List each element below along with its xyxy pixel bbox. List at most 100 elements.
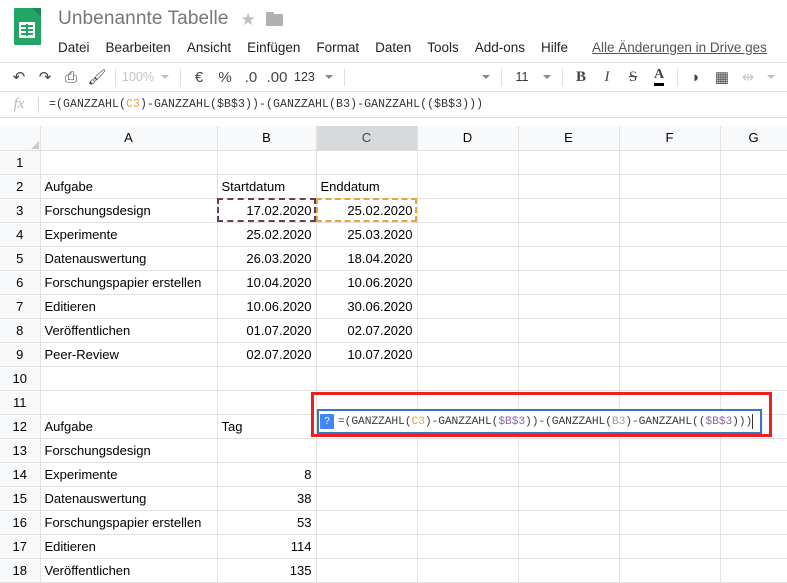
cell-c7[interactable]: 30.06.2020 [316, 294, 418, 319]
row-header-16[interactable]: 16 [0, 510, 41, 535]
cell-b7[interactable]: 10.06.2020 [217, 294, 317, 319]
cell-e14[interactable] [518, 462, 620, 487]
cell-a17[interactable]: Editieren [40, 534, 218, 559]
cell-e15[interactable] [518, 486, 620, 511]
cell-b13[interactable] [217, 438, 317, 463]
print-icon[interactable]: ⎙ [58, 64, 84, 90]
font-size-value[interactable]: 11 [507, 70, 537, 84]
menu-item-addons[interactable]: Add-ons [475, 38, 532, 57]
cell-g10[interactable] [720, 366, 787, 391]
cell-g4[interactable] [720, 222, 787, 247]
cell-a2[interactable]: Aufgabe [40, 174, 218, 199]
cell-e8[interactable] [518, 318, 620, 343]
row-header-12[interactable]: 12 [0, 414, 41, 439]
table-row[interactable]: 5 Datenauswertung 26.03.2020 18.04.2020 [0, 246, 787, 271]
cell-d7[interactable] [417, 294, 519, 319]
menu-item-format[interactable]: Format [316, 38, 366, 57]
cell-e17[interactable] [518, 534, 620, 559]
cell-b1[interactable] [217, 150, 317, 175]
formula-input[interactable]: =(GANZZAHL(C3)-GANZZAHL($B$3))-(GANZZAHL… [39, 98, 483, 111]
cell-d17[interactable] [417, 534, 519, 559]
cell-f9[interactable] [619, 342, 721, 367]
cell-e10[interactable] [518, 366, 620, 391]
cell-b11[interactable] [217, 390, 317, 415]
column-header-c[interactable]: C [316, 126, 418, 151]
strikethrough-icon[interactable]: S [620, 64, 646, 90]
menu-item-einfuegen[interactable]: Einfügen [247, 38, 307, 57]
cell-c6[interactable]: 10.06.2020 [316, 270, 418, 295]
cell-c2[interactable]: Enddatum [316, 174, 418, 199]
cell-b15[interactable]: 38 [217, 486, 317, 511]
cell-d13[interactable] [417, 438, 519, 463]
cell-f15[interactable] [619, 486, 721, 511]
cell-g6[interactable] [720, 270, 787, 295]
row-header-8[interactable]: 8 [0, 318, 41, 343]
cell-d14[interactable] [417, 462, 519, 487]
cell-f18[interactable] [619, 558, 721, 583]
cell-c10[interactable] [316, 366, 418, 391]
cell-a11[interactable] [40, 390, 218, 415]
row-header-1[interactable]: 1 [0, 150, 41, 175]
table-row[interactable]: 14 Experimente 8 [0, 462, 787, 487]
font-chevron-down-icon[interactable] [482, 75, 490, 79]
italic-icon[interactable]: I [594, 64, 620, 90]
cell-g17[interactable] [720, 534, 787, 559]
table-row[interactable]: 1 [0, 150, 787, 175]
row-header-6[interactable]: 6 [0, 270, 41, 295]
cell-a13[interactable]: Forschungsdesign [40, 438, 218, 463]
column-header-e[interactable]: E [518, 126, 620, 151]
cell-g14[interactable] [720, 462, 787, 487]
cell-e1[interactable] [518, 150, 620, 175]
cell-a10[interactable] [40, 366, 218, 391]
cell-c5[interactable]: 18.04.2020 [316, 246, 418, 271]
cell-g13[interactable] [720, 438, 787, 463]
table-row[interactable]: 13 Forschungsdesign [0, 438, 787, 463]
table-row[interactable]: 9 Peer-Review 02.07.2020 10.07.2020 [0, 342, 787, 367]
row-header-2[interactable]: 2 [0, 174, 41, 199]
cell-c13[interactable] [316, 438, 418, 463]
cell-d15[interactable] [417, 486, 519, 511]
menu-item-datei[interactable]: Datei [58, 38, 97, 57]
cell-a1[interactable] [40, 150, 218, 175]
cell-f14[interactable] [619, 462, 721, 487]
cell-e7[interactable] [518, 294, 620, 319]
cell-g2[interactable] [720, 174, 787, 199]
cell-e2[interactable] [518, 174, 620, 199]
formula-help-icon[interactable]: ? [320, 414, 334, 429]
cell-f13[interactable] [619, 438, 721, 463]
page-title[interactable]: Unbenannte Tabelle [58, 8, 228, 30]
cell-a12[interactable]: Aufgabe [40, 414, 218, 439]
cell-c4[interactable]: 25.03.2020 [316, 222, 418, 247]
currency-icon[interactable]: € [186, 64, 212, 90]
table-row[interactable]: 4 Experimente 25.02.2020 25.03.2020 [0, 222, 787, 247]
cell-a16[interactable]: Forschungspapier erstellen [40, 510, 218, 535]
cell-c15[interactable] [316, 486, 418, 511]
cell-a8[interactable]: Veröffentlichen [40, 318, 218, 343]
column-header-f[interactable]: F [619, 126, 721, 151]
cell-d8[interactable] [417, 318, 519, 343]
cell-d2[interactable] [417, 174, 519, 199]
undo-icon[interactable]: ↶ [6, 64, 32, 90]
merge-cells-icon[interactable]: ⇹ [735, 64, 761, 90]
column-header-a[interactable]: A [40, 126, 218, 151]
table-row[interactable]: 3 Forschungsdesign 17.02.2020 25.02.2020 [0, 198, 787, 223]
row-header-18[interactable]: 18 [0, 558, 41, 583]
menu-item-bearbeiten[interactable]: Bearbeiten [106, 38, 178, 57]
cell-c16[interactable] [316, 510, 418, 535]
row-header-5[interactable]: 5 [0, 246, 41, 271]
redo-icon[interactable]: ↷ [32, 64, 58, 90]
cell-c8[interactable]: 02.07.2020 [316, 318, 418, 343]
column-header-d[interactable]: D [417, 126, 519, 151]
increase-decimal-icon[interactable]: .00 [264, 64, 290, 90]
cell-a3[interactable]: Forschungsdesign [40, 198, 218, 223]
cell-d9[interactable] [417, 342, 519, 367]
column-header-b[interactable]: B [217, 126, 317, 151]
cell-f10[interactable] [619, 366, 721, 391]
row-header-17[interactable]: 17 [0, 534, 41, 559]
cell-d6[interactable] [417, 270, 519, 295]
table-row[interactable]: 7 Editieren 10.06.2020 30.06.2020 [0, 294, 787, 319]
table-row[interactable]: 8 Veröffentlichen 01.07.2020 02.07.2020 [0, 318, 787, 343]
cell-f17[interactable] [619, 534, 721, 559]
row-header-13[interactable]: 13 [0, 438, 41, 463]
cell-b14[interactable]: 8 [217, 462, 317, 487]
